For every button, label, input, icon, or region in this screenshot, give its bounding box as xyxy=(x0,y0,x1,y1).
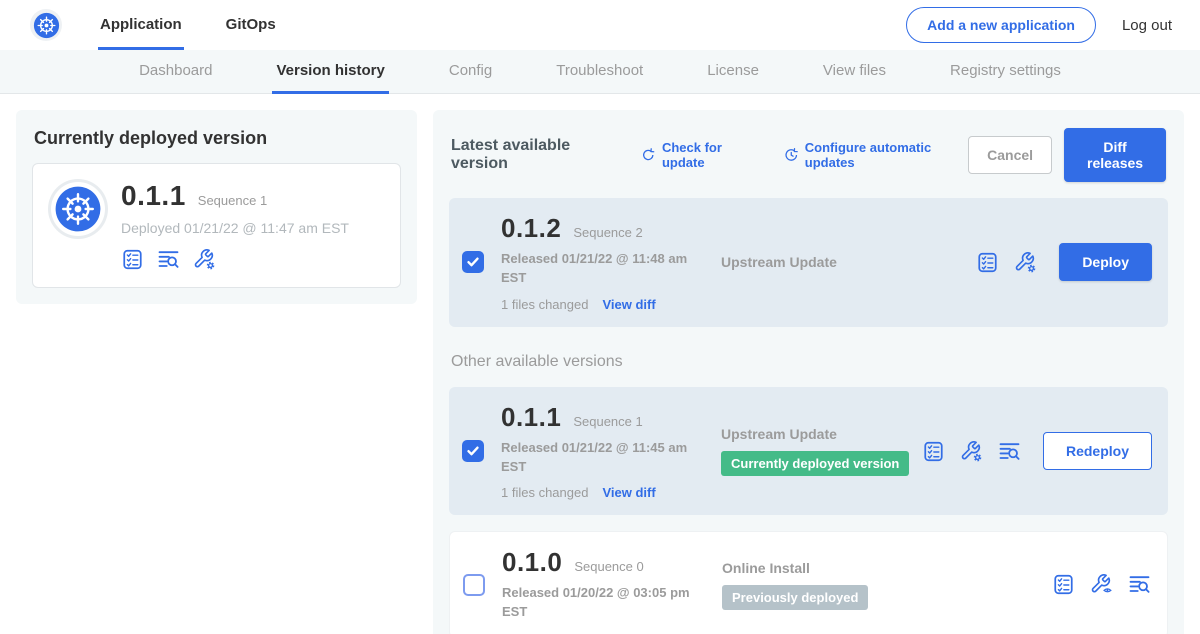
view-diff-link[interactable]: View diff xyxy=(602,297,655,312)
source-label: Online Install xyxy=(722,560,868,576)
version-number: 0.1.2 xyxy=(501,213,561,244)
source-label: Upstream Update xyxy=(721,426,909,442)
released-timestamp: Released 01/21/22 @ 11:48 am EST xyxy=(501,250,713,288)
latest-version-title: Latest available version xyxy=(451,137,615,173)
version-source: Online Install Previously deployed xyxy=(722,560,868,610)
configure-automatic-updates-label: Configure automatic updates xyxy=(805,140,968,170)
app-icon xyxy=(51,182,105,236)
version-checkbox[interactable] xyxy=(463,574,485,596)
version-info: 0.1.0 Sequence 0 Released 01/20/22 @ 03:… xyxy=(502,547,714,622)
version-source: Upstream Update Currently deployed versi… xyxy=(721,426,909,476)
sequence-label: Sequence 2 xyxy=(573,225,642,240)
released-timestamp: Released 01/21/22 @ 11:45 am EST xyxy=(501,439,713,477)
redeploy-button[interactable]: Redeploy xyxy=(1043,432,1152,470)
version-actions xyxy=(1052,573,1151,596)
view-diff-link[interactable]: View diff xyxy=(602,485,655,500)
sub-nav-item-dashboard[interactable]: Dashboard xyxy=(135,50,216,94)
preflight-checks-icon[interactable] xyxy=(976,251,999,274)
refresh-icon xyxy=(641,147,656,163)
sub-nav-item-view-files[interactable]: View files xyxy=(819,50,890,94)
released-timestamp: Released 01/20/22 @ 03:05 pm EST xyxy=(502,584,714,622)
version-checkbox[interactable] xyxy=(462,251,484,273)
files-changed-line: 1 files changed View diff xyxy=(501,297,713,312)
version-row: 0.1.2 Sequence 2 Released 01/21/22 @ 11:… xyxy=(449,198,1168,327)
version-number: 0.1.0 xyxy=(502,547,562,578)
check-for-update-label: Check for update xyxy=(662,140,758,170)
top-nav-tabs: Application GitOps xyxy=(98,0,318,50)
kubernetes-wheel-icon xyxy=(54,185,102,233)
logout-link[interactable]: Log out xyxy=(1122,17,1172,34)
edit-config-icon[interactable] xyxy=(960,440,983,463)
files-changed-label: 1 files changed xyxy=(501,297,588,312)
add-application-button[interactable]: Add a new application xyxy=(906,7,1096,43)
configure-automatic-updates-link[interactable]: Configure automatic updates xyxy=(784,140,968,170)
source-label: Upstream Update xyxy=(721,254,837,270)
diff-releases-button[interactable]: Diff releases xyxy=(1064,128,1166,182)
edit-config-icon[interactable] xyxy=(1014,251,1037,274)
deploy-logs-icon[interactable] xyxy=(157,248,180,271)
version-row: 0.1.1 Sequence 1 Released 01/21/22 @ 11:… xyxy=(449,387,1168,516)
app-sub-nav: Dashboard Version history Config Troublesho… xyxy=(0,50,1200,94)
version-source: Upstream Update xyxy=(721,254,837,270)
version-info: 0.1.1 Sequence 1 Released 01/21/22 @ 11:… xyxy=(501,402,713,501)
sequence-label: Sequence 0 xyxy=(574,559,643,574)
check-for-update-link[interactable]: Check for update xyxy=(641,140,758,170)
kubernetes-wheel-icon xyxy=(33,12,60,39)
deployed-version-number: 0.1.1 xyxy=(121,180,186,212)
deployed-version-info: 0.1.1 Sequence 1 Deployed 01/21/22 @ 11:… xyxy=(121,180,349,271)
version-number: 0.1.1 xyxy=(501,402,561,433)
version-actions: Redeploy xyxy=(922,432,1152,470)
main-content: Currently deployed version 0.1.1 Sequenc… xyxy=(0,94,1200,634)
version-row: 0.1.0 Sequence 0 Released 01/20/22 @ 03:… xyxy=(449,531,1168,634)
status-badge: Previously deployed xyxy=(722,585,868,610)
preflight-checks-icon[interactable] xyxy=(121,248,144,271)
top-nav-tab-application[interactable]: Application xyxy=(98,0,184,50)
top-nav-right: Add a new application Log out xyxy=(906,7,1172,43)
deploy-logs-icon[interactable] xyxy=(998,440,1021,463)
sub-nav-item-version-history[interactable]: Version history xyxy=(272,50,388,94)
deployed-action-icons xyxy=(121,248,349,271)
top-nav-tab-gitops[interactable]: GitOps xyxy=(224,0,278,50)
preflight-checks-icon[interactable] xyxy=(922,440,945,463)
status-badge: Currently deployed version xyxy=(721,451,909,476)
sub-nav-item-config[interactable]: Config xyxy=(445,50,496,94)
view-config-icon[interactable] xyxy=(1090,573,1113,596)
cancel-button[interactable]: Cancel xyxy=(968,136,1052,174)
top-nav: Application GitOps Add a new application … xyxy=(0,0,1200,50)
files-changed-label: 1 files changed xyxy=(501,485,588,500)
deploy-logs-icon[interactable] xyxy=(1128,573,1151,596)
sub-nav-item-troubleshoot[interactable]: Troubleshoot xyxy=(552,50,647,94)
version-checkbox[interactable] xyxy=(462,440,484,462)
sub-nav-item-license[interactable]: License xyxy=(703,50,763,94)
deployed-timestamp: Deployed 01/21/22 @ 11:47 am EST xyxy=(121,220,349,236)
version-history-panel: Latest available version Check for updat… xyxy=(433,110,1184,634)
preflight-checks-icon[interactable] xyxy=(1052,573,1075,596)
sequence-label: Sequence 1 xyxy=(573,414,642,429)
currently-deployed-title: Currently deployed version xyxy=(34,128,399,149)
other-versions-title: Other available versions xyxy=(451,353,1166,371)
sub-nav-item-registry-settings[interactable]: Registry settings xyxy=(946,50,1065,94)
edit-config-icon[interactable] xyxy=(193,248,216,271)
files-changed-line: 1 files changed View diff xyxy=(501,485,713,500)
deploy-button[interactable]: Deploy xyxy=(1059,243,1152,281)
currently-deployed-panel: Currently deployed version 0.1.1 Sequenc… xyxy=(16,110,417,304)
schedule-update-icon xyxy=(784,147,799,163)
kubernetes-logo xyxy=(30,9,62,41)
version-info: 0.1.2 Sequence 2 Released 01/21/22 @ 11:… xyxy=(501,213,713,312)
version-actions: Deploy xyxy=(976,243,1152,281)
deployed-sequence-label: Sequence 1 xyxy=(198,193,267,208)
latest-version-header: Latest available version Check for updat… xyxy=(451,128,1166,182)
deployed-version-card: 0.1.1 Sequence 1 Deployed 01/21/22 @ 11:… xyxy=(32,163,401,288)
